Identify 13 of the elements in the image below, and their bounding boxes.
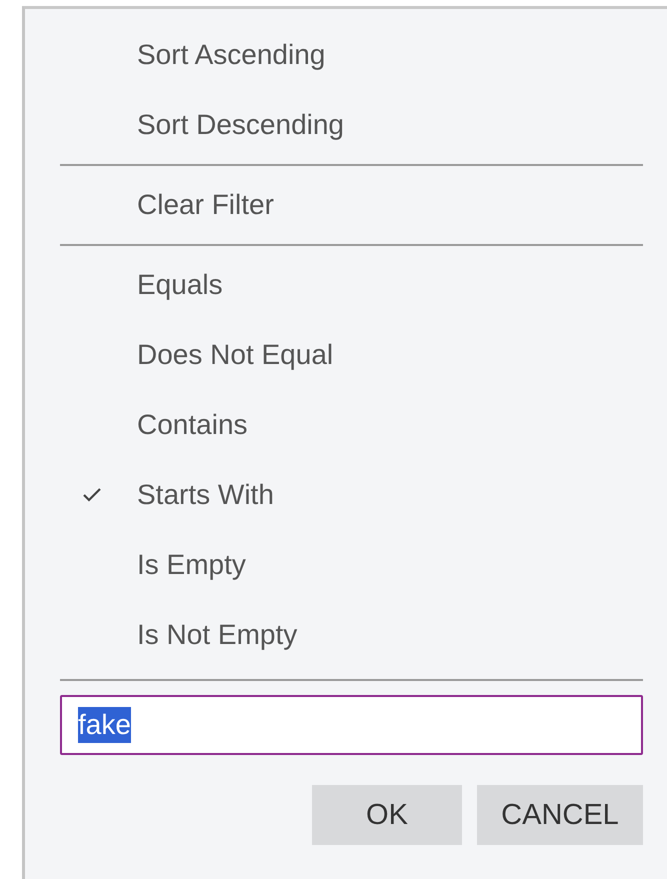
menu-item[interactable]: Clear Filter xyxy=(25,170,667,240)
input-field[interactable]: fake xyxy=(60,695,643,755)
ok-button[interactable]: OK xyxy=(312,785,462,845)
menu-item[interactable]: Contains xyxy=(25,390,667,460)
cancel-button[interactable]: CANCEL xyxy=(477,785,643,845)
menu-item[interactable]: Is Empty xyxy=(25,530,667,600)
menu-item[interactable]: Is Not Empty xyxy=(25,600,667,670)
checkmark-icon xyxy=(82,487,102,503)
menu-item[interactable]: Equals xyxy=(25,250,667,320)
menu-item[interactable]: Starts With xyxy=(25,460,667,530)
menu-item[interactable]: Does Not Equal xyxy=(25,320,667,390)
menu-item[interactable]: Sort Descending xyxy=(25,90,667,160)
menu-item[interactable]: Sort Ascending xyxy=(25,20,667,90)
